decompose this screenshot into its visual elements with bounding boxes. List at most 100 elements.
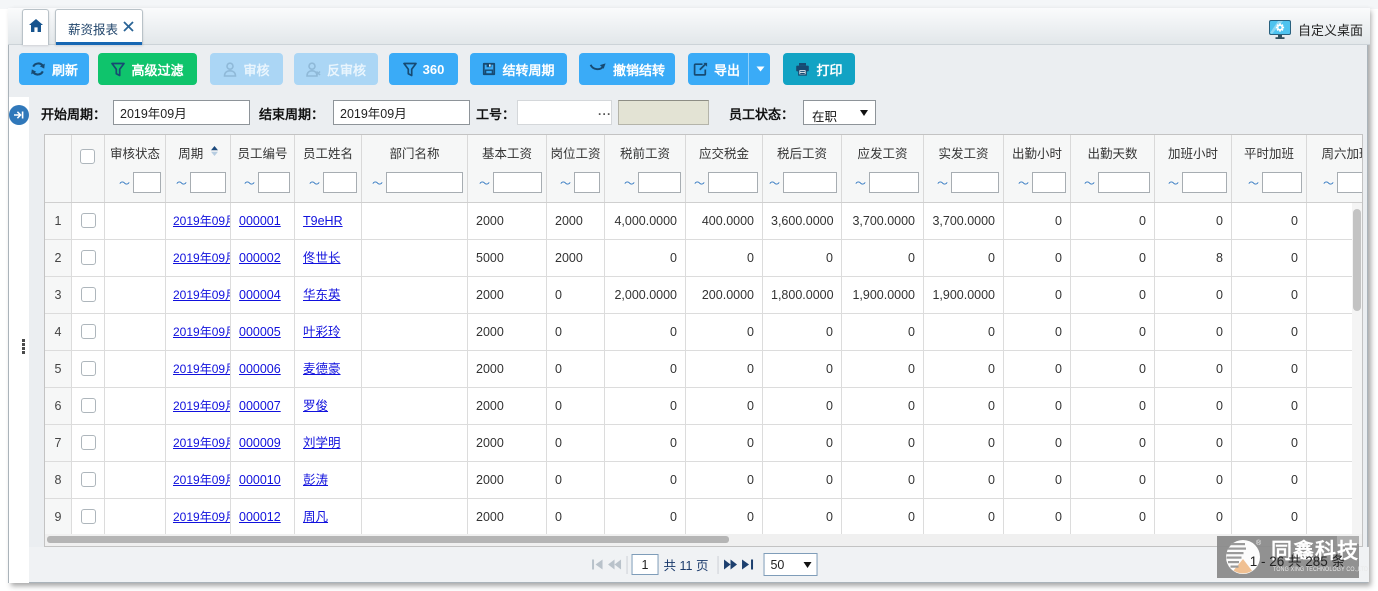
table-row[interactable]: 82019年09月000010彭涛20000000000000 [45,462,1362,499]
table-row[interactable]: 32019年09月000004华东英200002,000.0000200.000… [45,277,1362,314]
employee-status-select[interactable]: 在职 [803,100,876,125]
start-period-input[interactable] [113,100,250,125]
table-row[interactable]: 42019年09月000005叶彩玲20000000000000 [45,314,1362,351]
filter-input-post[interactable] [574,172,600,193]
audit-button[interactable]: 审核 [210,53,283,85]
cell-link-code[interactable]: 000004 [239,288,281,302]
cell-link-code[interactable]: 000002 [239,251,281,265]
cell-link-name[interactable]: 麦德豪 [303,362,341,376]
refresh-button[interactable]: 刷新 [19,53,89,85]
cell-link-period[interactable]: 2019年09月 [173,251,231,265]
cell-link-period[interactable]: 2019年09月 [173,288,231,302]
table-row[interactable]: 62019年09月000007罗俊20000000000000 [45,388,1362,425]
cell-seq: 7 [45,425,72,462]
cell-link-period[interactable]: 2019年09月 [173,325,231,339]
cell-link-period[interactable]: 2019年09月 [173,436,231,450]
row-checkbox[interactable] [81,250,96,265]
filter-input-name[interactable] [323,172,357,193]
cell-link-period[interactable]: 2019年09月 [173,399,231,413]
row-checkbox[interactable] [81,472,96,487]
cell-link-name[interactable]: 周凡 [303,510,328,524]
sort-icon[interactable] [211,146,218,156]
filter-input-weekot[interactable] [1262,172,1302,193]
export-button[interactable]: 导出 [688,53,770,85]
cell-seq: 1 [45,203,72,240]
cell-link-name[interactable]: T9eHR [303,214,343,228]
cell-link-name[interactable]: 华东英 [303,288,341,302]
table-row[interactable]: 52019年09月000006麦德豪20000000000000 [45,351,1362,388]
carry-button[interactable]: 结转周期 [470,53,567,85]
cell-link-name[interactable]: 刘学明 [303,436,341,450]
vertical-scrollbar-thumb[interactable] [1353,209,1361,311]
cell-link-code[interactable]: 000009 [239,436,281,450]
filter-input-days[interactable] [1098,172,1150,193]
page-number-input[interactable] [632,554,659,575]
row-checkbox[interactable] [81,398,96,413]
filter-input-period[interactable] [190,172,226,193]
table-row[interactable]: 12019年09月000001T9eHR200020004,000.000040… [45,203,1362,240]
row-checkbox[interactable] [81,213,96,228]
cell-link-code[interactable]: 000006 [239,362,281,376]
close-icon[interactable] [123,21,134,32]
table-row[interactable]: 92019年09月000012周凡20000000000000 [45,499,1362,536]
v360-button[interactable]: 360 [389,53,458,85]
filter-input-pretax[interactable] [638,172,681,193]
row-checkbox[interactable] [81,509,96,524]
cell-link-name[interactable]: 叶彩玲 [303,325,341,339]
table-row[interactable]: 22019年09月000002佟世长50002000000000080 [45,240,1362,277]
end-period-input[interactable] [333,100,470,125]
horizontal-scrollbar-thumb[interactable] [47,536,729,543]
cell-link-period[interactable]: 2019年09月 [173,362,231,376]
filter-input-aftertax[interactable] [783,172,837,193]
prev-page-button[interactable] [606,554,623,576]
table-row[interactable]: 72019年09月000009刘学明20000000000000 [45,425,1362,462]
next-page-button[interactable] [722,554,739,576]
splitter-drag-handle[interactable] [22,339,25,355]
button-label: 导出 [714,60,740,79]
cell-link-name[interactable]: 彭涛 [303,473,328,487]
cell-link-code[interactable]: 000007 [239,399,281,413]
cell-link-period[interactable]: 2019年09月 [173,510,231,524]
filter-input-othours[interactable] [1182,172,1227,193]
filter-input-actual[interactable] [951,172,999,193]
uncarry-button[interactable]: 撤销结转 [579,53,675,85]
filter-input-tax[interactable] [708,172,758,193]
filter-input-code[interactable] [258,172,290,193]
cell-link-code[interactable]: 000010 [239,473,281,487]
column-header-period[interactable]: 周期 ～ [166,135,231,202]
tab-salary-report[interactable]: 薪资报表 [55,9,143,45]
cell-link-name[interactable]: 佟世长 [303,251,341,265]
filter-input-base[interactable] [493,172,542,193]
advfilter-button[interactable]: 高级过滤 [98,53,197,85]
cell-link-code[interactable]: 000001 [239,214,281,228]
cell-link-code[interactable]: 000005 [239,325,281,339]
cell-link-period[interactable]: 2019年09月 [173,473,231,487]
filter-input-satot[interactable] [1337,172,1363,193]
row-number: 2 [55,251,62,265]
row-checkbox[interactable] [81,324,96,339]
cell-link-name[interactable]: 罗俊 [303,399,328,413]
cell-othours: 0 [1155,314,1232,351]
cell-link-code[interactable]: 000012 [239,510,281,524]
filter-input-audit[interactable] [133,172,161,193]
filter-input-dept[interactable] [386,172,463,193]
horizontal-scrollbar[interactable] [45,534,1362,546]
filter-input-payable[interactable] [869,172,919,193]
row-checkbox[interactable] [81,287,96,302]
vertical-scrollbar[interactable] [1352,203,1362,536]
first-page-button[interactable] [589,554,606,576]
customize-desktop-link[interactable]: 自定义桌面 [1269,17,1363,41]
caret-down-icon[interactable] [756,66,765,72]
filter-tilde: ～ [372,175,383,191]
print-button[interactable]: 打印 [783,53,855,85]
row-checkbox[interactable] [81,361,96,376]
tab-home[interactable] [22,9,49,45]
cell-link-period[interactable]: 2019年09月 [173,214,231,228]
last-page-button[interactable] [739,554,756,576]
unaudit-button[interactable]: 反审核 [294,53,378,85]
page-size-select[interactable]: 50 [763,553,817,576]
row-checkbox[interactable] [81,435,96,450]
filter-input-hours[interactable] [1032,172,1066,193]
work-no-lookup-dots[interactable]: ··· [598,107,612,121]
select-all-checkbox[interactable] [80,149,95,164]
